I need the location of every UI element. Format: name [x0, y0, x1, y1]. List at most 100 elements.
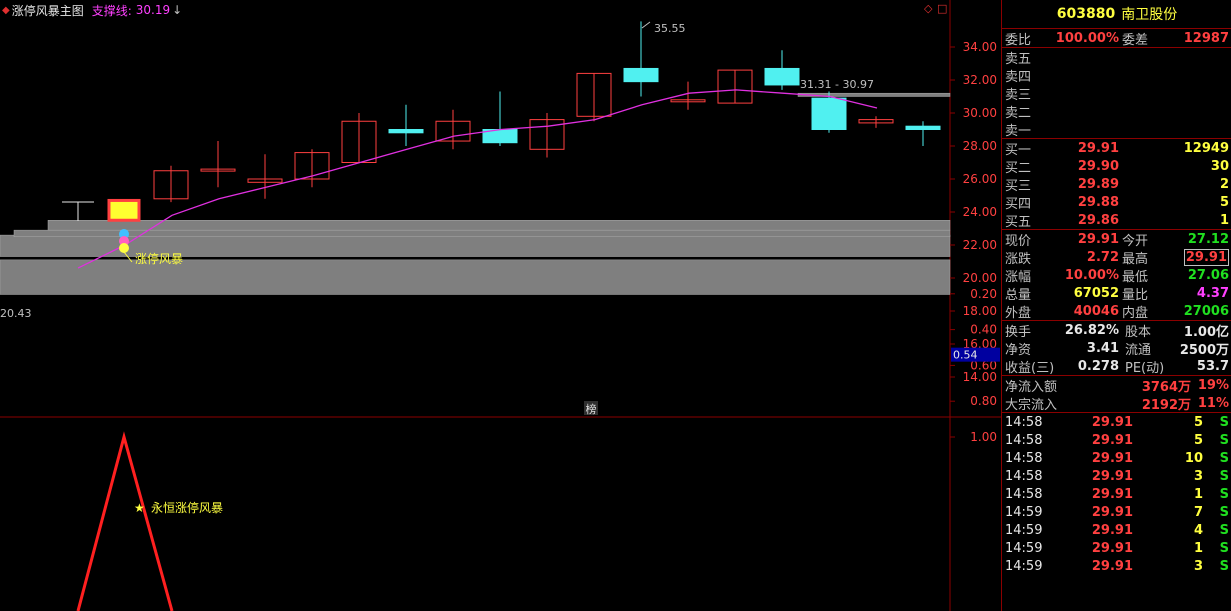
candle-body-down[interactable]	[905, 125, 941, 130]
price-tick-label: 32.00	[963, 73, 997, 87]
sell-row[interactable]: 卖二	[1002, 102, 1231, 121]
candle-body-down[interactable]	[811, 97, 847, 131]
tick-flag: S	[1219, 558, 1229, 574]
sell-row[interactable]: 卖五	[1002, 48, 1231, 67]
order-ratio-row: 委比 100.00% 委差 12987	[1002, 29, 1231, 48]
limit-up-candle[interactable]	[107, 198, 141, 222]
tick-trades[interactable]: 14:58 29.91 5 S 14:58 29.91 5 S 14:58 29.91 10 S 14:…	[1002, 413, 1231, 575]
high-price-label: 35.55	[654, 22, 686, 35]
buy-row[interactable]: 买二 29.90 30	[1002, 157, 1231, 176]
price-tick-label: 20.00	[963, 271, 997, 285]
tick-row[interactable]: 14:59 29.91 3 S	[1002, 557, 1231, 575]
star-icon: ★	[134, 501, 145, 515]
diamond-icon[interactable]: ◆	[2, 5, 10, 16]
sell-level-label: 卖一	[1005, 123, 1032, 139]
buy-price: 29.88	[1077, 194, 1119, 210]
tick-row[interactable]: 14:58 29.91 5 S	[1002, 413, 1231, 431]
signal-label: 涨停风暴	[135, 251, 183, 266]
quote-stats: 现价 29.91 今开 27.12 涨跌 2.72 最高 29.91 涨幅 10.00% 最低 27.…	[1002, 230, 1231, 321]
finance-label: PE(动)	[1125, 360, 1165, 376]
lower-tick-label: 0.40	[970, 323, 997, 337]
tick-flag: S	[1219, 432, 1229, 448]
buy-price: 29.90	[1077, 158, 1119, 174]
quote-value: 29.91	[1077, 231, 1119, 247]
buy-volume: 30	[1210, 158, 1229, 174]
quote-value-wrap: 27.12	[1156, 232, 1229, 247]
quote-row: 涨幅 10.00% 最低 27.06	[1002, 266, 1231, 285]
storm-indicator-line	[76, 431, 174, 611]
tick-volume: 3	[1193, 468, 1203, 484]
buy-row[interactable]: 买五 29.86 1	[1002, 211, 1231, 230]
tick-volume: 3	[1193, 558, 1203, 574]
flow-label: 大宗流入	[1005, 397, 1058, 413]
stock-code: 603880	[1056, 6, 1116, 22]
flow-amount: 3764万	[1141, 379, 1191, 395]
buy-price: 29.86	[1077, 212, 1119, 228]
buy-level-label: 买三	[1005, 178, 1032, 194]
quote-label: 涨幅	[1005, 269, 1032, 285]
finance-label: 流通	[1125, 342, 1152, 358]
range-price-label: 31.31 - 30.97	[800, 78, 874, 91]
tick-row[interactable]: 14:59 29.91 1 S	[1002, 539, 1231, 557]
order-diff-label: 委差	[1122, 32, 1149, 48]
buy-volume: 1	[1219, 212, 1229, 228]
buy-row[interactable]: 买三 29.89 2	[1002, 175, 1231, 194]
tick-row[interactable]: 14:58 29.91 3 S	[1002, 467, 1231, 485]
sell-level-label: 卖五	[1005, 51, 1032, 67]
sell-level-label: 卖二	[1005, 105, 1032, 121]
tick-time: 14:59	[1005, 522, 1043, 538]
stock-header: 603880 南卫股份	[1002, 0, 1231, 29]
buy-row[interactable]: 买四 29.88 5	[1002, 193, 1231, 212]
sell-row[interactable]: 卖四	[1002, 66, 1231, 85]
candle-body-down[interactable]	[388, 129, 424, 134]
finance-row: 净资 3.41 流通 2500万	[1002, 339, 1231, 358]
quote-panel: 603880 南卫股份 委比 100.00% 委差 12987 卖五 卖四卖三卖二…	[1001, 0, 1231, 611]
tick-volume: 7	[1193, 504, 1203, 520]
finance-value: 3.41	[1086, 340, 1119, 356]
tick-row[interactable]: 14:59 29.91 7 S	[1002, 503, 1231, 521]
tick-time: 14:58	[1005, 468, 1043, 484]
buy-level-label: 买一	[1005, 142, 1032, 158]
tick-row[interactable]: 14:58 29.91 5 S	[1002, 431, 1231, 449]
quote-row: 现价 29.91 今开 27.12	[1002, 230, 1231, 249]
buy-price: 29.91	[1077, 140, 1119, 156]
sell-row[interactable]: 卖一	[1002, 120, 1231, 139]
tick-row[interactable]: 14:59 29.91 4 S	[1002, 521, 1231, 539]
finance-label: 收益(三)	[1005, 360, 1055, 376]
high-pointer	[641, 21, 651, 29]
tick-price: 29.91	[1091, 432, 1133, 448]
candle-body-down[interactable]	[623, 67, 659, 83]
kline-chart-area[interactable]: 34.00 32.00 30.00 28.00 26.00 24.00 22.00 20.00…	[0, 0, 1001, 611]
buy-price: 29.89	[1077, 176, 1119, 192]
price-tick-label: 26.00	[963, 172, 997, 186]
square-outline-icon[interactable]: □	[937, 2, 947, 15]
candle-body-down[interactable]	[764, 67, 800, 86]
finance-value: 1.00亿	[1183, 324, 1229, 340]
flow-row: 大宗流入 2192万 11%	[1002, 394, 1231, 413]
diamond-outline-icon[interactable]: ◇	[924, 2, 932, 15]
indicator-title[interactable]: 涨停风暴主图	[12, 2, 84, 19]
tick-price: 29.91	[1091, 414, 1133, 430]
tick-price: 29.91	[1091, 558, 1133, 574]
quote-label: 最高	[1122, 251, 1149, 267]
tick-row[interactable]: 14:58 29.91 10 S	[1002, 449, 1231, 467]
quote-value: 27.06	[1187, 267, 1229, 283]
price-tick-label: 34.00	[963, 40, 997, 54]
sell-row[interactable]: 卖三	[1002, 84, 1231, 103]
tick-flag: S	[1219, 504, 1229, 520]
tick-price: 29.91	[1091, 486, 1133, 502]
sell-level-label: 卖三	[1005, 87, 1032, 103]
support-line-label: 支撑线:	[91, 3, 132, 18]
finance-value: 26.82%	[1064, 322, 1119, 338]
buy-row[interactable]: 买一 29.91 12949	[1002, 139, 1231, 158]
buy-orders: 买一 29.91 12949 买二 29.90 30 买三 29.89 2 买四 29.88 5 买五 2…	[1002, 139, 1231, 230]
flow-label: 净流入额	[1005, 379, 1058, 395]
tick-time: 14:58	[1005, 450, 1043, 466]
price-tick-label: 30.00	[963, 106, 997, 120]
tick-price: 29.91	[1091, 522, 1133, 538]
kline-chart-svg[interactable]: 34.00 32.00 30.00 28.00 26.00 24.00 22.00 20.00…	[0, 0, 1001, 611]
quote-value: 2.72	[1086, 249, 1119, 265]
finance-row: 收益(三) 0.278 PE(动) 53.7	[1002, 357, 1231, 376]
quote-label: 量比	[1122, 287, 1149, 303]
tick-row[interactable]: 14:58 29.91 1 S	[1002, 485, 1231, 503]
